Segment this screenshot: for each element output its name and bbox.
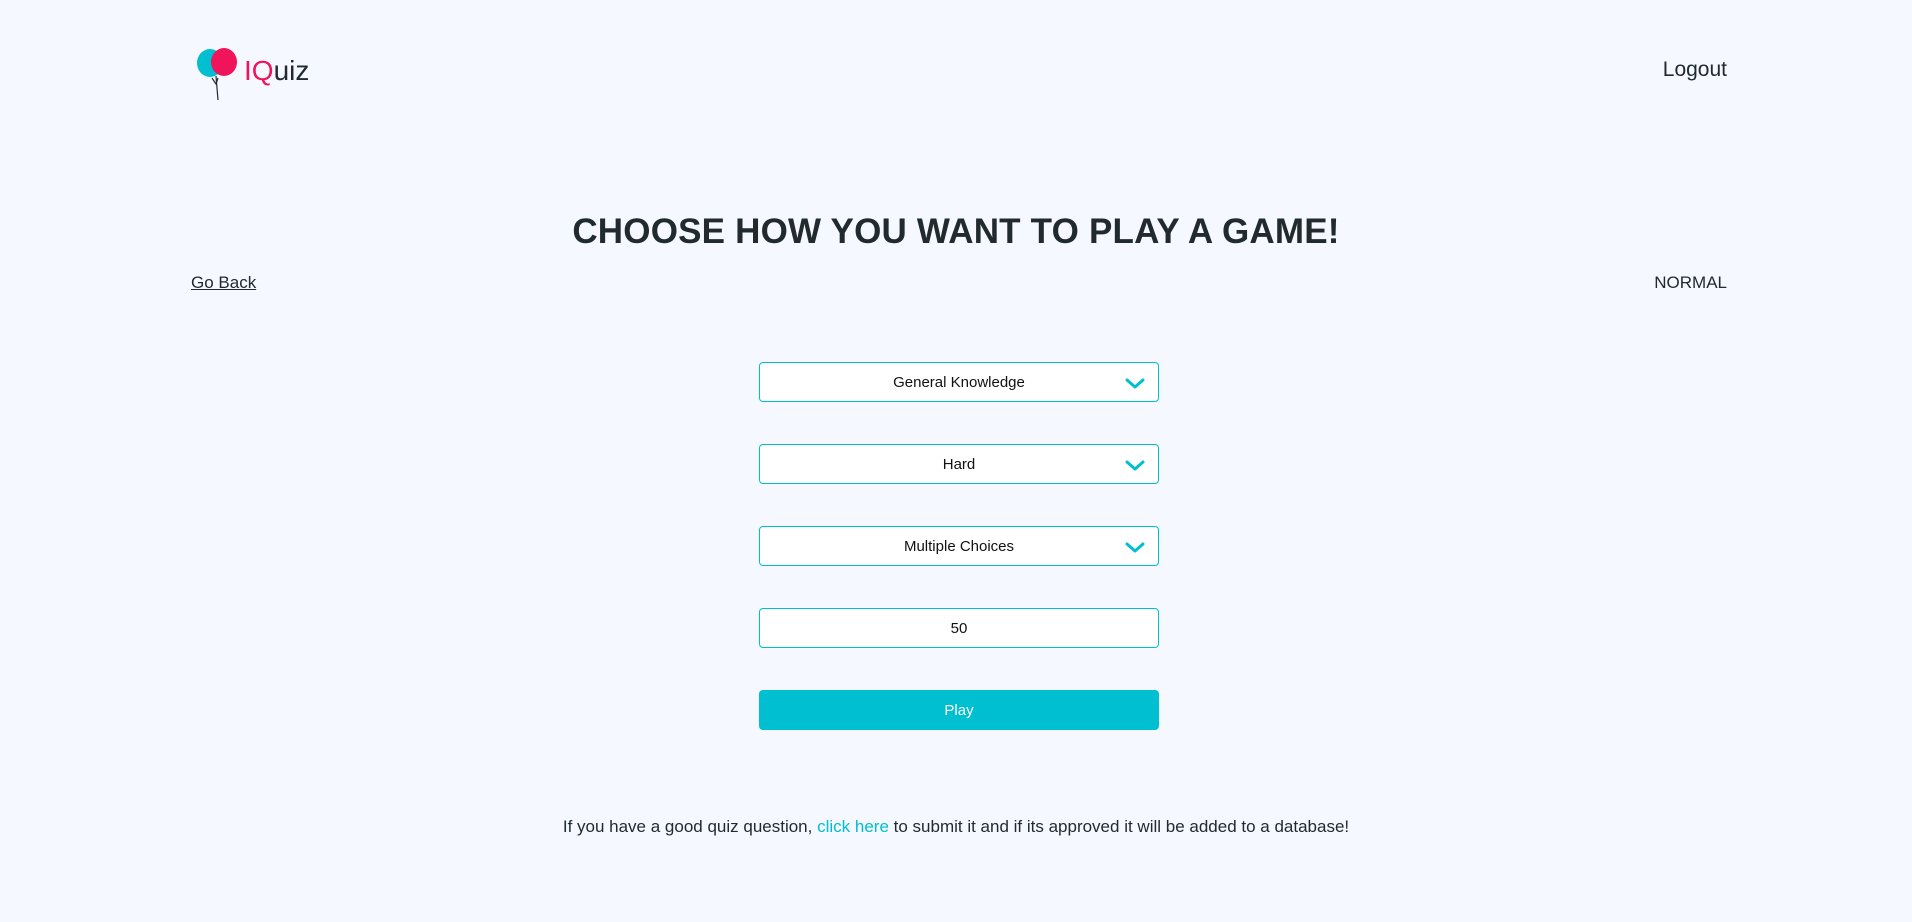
submit-note-text-before: If you have a good quiz question, xyxy=(562,817,818,836)
header: IQuiz Logout xyxy=(0,0,1912,140)
balloons-icon xyxy=(197,48,237,100)
difficulty-select-value: Hard xyxy=(942,455,976,473)
game-mode-label: NORMAL xyxy=(1654,273,1727,292)
submit-question-note: If you have a good quiz question, click … xyxy=(0,817,1912,837)
category-select-value: General Knowledge xyxy=(893,373,1025,391)
page-title: CHOOSE HOW YOU WANT TO PLAY A GAME! xyxy=(572,212,1340,251)
chevron-down-icon xyxy=(1125,460,1145,471)
submit-question-link[interactable]: click here xyxy=(817,817,889,836)
logo-suffix: uiz xyxy=(273,55,310,86)
logo-text: IQuiz xyxy=(244,55,309,87)
logo-link[interactable]: IQuiz xyxy=(194,48,309,100)
logo-prefix: IQ xyxy=(244,55,274,86)
difficulty-select[interactable]: Hard xyxy=(759,444,1159,484)
category-select[interactable]: General Knowledge xyxy=(759,362,1159,402)
question-count-input[interactable] xyxy=(759,608,1159,648)
chevron-down-icon xyxy=(1125,542,1145,553)
question-type-select-value: Multiple Choices xyxy=(903,537,1015,555)
logout-link[interactable]: Logout xyxy=(1663,58,1727,82)
game-settings-form: General Knowledge Hard Multiple Choices … xyxy=(759,362,1159,730)
chevron-down-icon xyxy=(1125,378,1145,389)
submit-note-text-after: to submit it and if its approved it will… xyxy=(888,817,1350,836)
go-back-link[interactable]: Go Back xyxy=(191,273,256,293)
question-type-select[interactable]: Multiple Choices xyxy=(759,526,1159,566)
play-button[interactable]: Play xyxy=(759,690,1159,730)
